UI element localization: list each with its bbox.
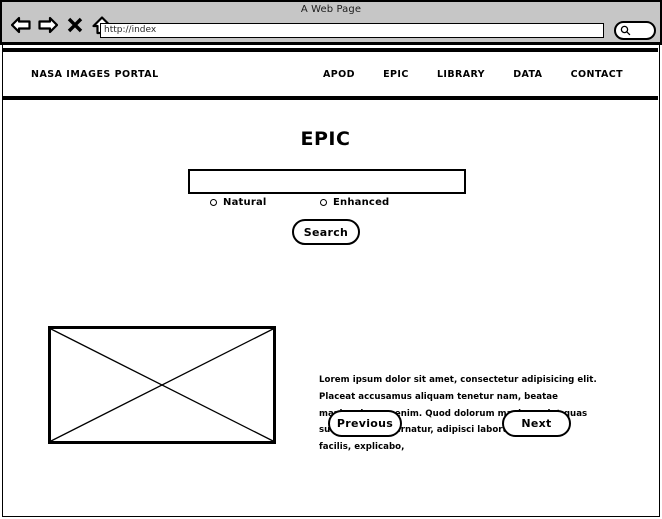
- page-title: EPIC: [300, 128, 351, 150]
- page-canvas: NASA IMAGES PORTAL APOD EPIC LIBRARY DAT…: [2, 45, 660, 517]
- radio-option-natural[interactable]: Natural: [210, 197, 267, 208]
- back-button[interactable]: [10, 16, 32, 38]
- image-placeholder-cross-icon: [50, 328, 274, 442]
- browser-chrome: A Web Page http://index: [0, 0, 662, 45]
- address-bar-value: http://index: [104, 25, 157, 35]
- browser-window: A Web Page http://index NASA IMAGES PORT…: [0, 0, 662, 519]
- image-type-radio-group: Natural Enhanced: [188, 197, 466, 215]
- radio-label-natural: Natural: [223, 197, 267, 208]
- nav-links: APOD EPIC LIBRARY DATA CONTACT: [323, 69, 623, 80]
- previous-button[interactable]: Previous: [328, 410, 402, 437]
- back-arrow-icon: [10, 16, 31, 38]
- search-button[interactable]: Search: [292, 219, 360, 245]
- forward-button[interactable]: [37, 16, 59, 38]
- nav-link-data[interactable]: DATA: [513, 69, 542, 80]
- address-bar[interactable]: http://index: [100, 23, 604, 38]
- site-brand[interactable]: NASA IMAGES PORTAL: [31, 69, 159, 80]
- browser-search-box[interactable]: [614, 21, 656, 40]
- radio-label-enhanced: Enhanced: [333, 197, 390, 208]
- radio-circle-icon: [320, 199, 327, 206]
- forward-arrow-icon: [38, 16, 59, 38]
- nav-link-library[interactable]: LIBRARY: [437, 69, 485, 80]
- radio-circle-icon: [210, 199, 217, 206]
- magnifier-icon: [620, 21, 631, 40]
- nav-link-apod[interactable]: APOD: [323, 69, 355, 80]
- nav-link-epic[interactable]: EPIC: [383, 69, 409, 80]
- close-x-icon: [67, 16, 83, 38]
- image-placeholder: [48, 326, 276, 444]
- search-input[interactable]: [188, 169, 466, 194]
- next-button[interactable]: Next: [502, 410, 571, 437]
- browser-nav-controls: [10, 15, 113, 38]
- nav-link-contact[interactable]: CONTACT: [571, 69, 623, 80]
- site-navbar: NASA IMAGES PORTAL APOD EPIC LIBRARY DAT…: [3, 48, 658, 100]
- radio-option-enhanced[interactable]: Enhanced: [320, 197, 389, 208]
- window-title: A Web Page: [300, 4, 362, 15]
- stop-button[interactable]: [64, 16, 86, 38]
